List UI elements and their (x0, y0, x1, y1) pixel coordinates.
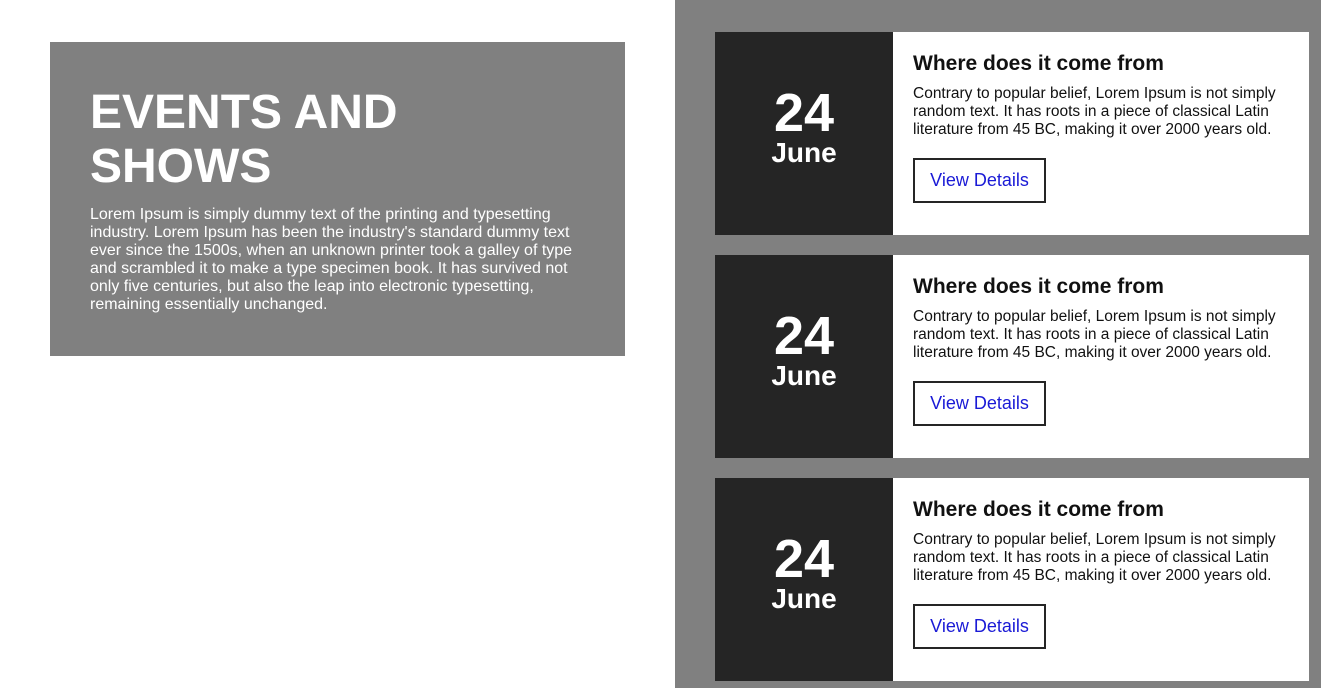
event-card: 24 June Where does it come from Contrary… (715, 255, 1309, 458)
event-day: 24 (773, 529, 835, 589)
event-description: Contrary to popular belief, Lorem Ipsum … (913, 85, 1276, 138)
event-month: June (771, 360, 837, 391)
event-month: June (771, 583, 837, 614)
event-card: 24 June Where does it come from Contrary… (715, 478, 1309, 681)
event-card: 24 June Where does it come from Contrary… (715, 32, 1309, 235)
event-day: 24 (773, 306, 835, 366)
event-description: Contrary to popular belief, Lorem Ipsum … (913, 308, 1276, 361)
hero-banner: EVENTS AND SHOWS Lorem Ipsum is simply d… (50, 42, 625, 356)
event-month: June (771, 137, 837, 168)
view-details-button[interactable]: View Details (913, 381, 1046, 426)
view-details-button[interactable]: View Details (913, 604, 1046, 649)
view-details-button[interactable]: View Details (913, 158, 1046, 203)
event-title: Where does it come from (913, 275, 1164, 298)
event-date-block: 24 June (715, 255, 893, 458)
event-date-block: 24 June (715, 478, 893, 681)
event-body: Where does it come from Contrary to popu… (913, 498, 1303, 649)
hero-description: Lorem Ipsum is simply dummy text of the … (90, 206, 573, 313)
event-title: Where does it come from (913, 498, 1164, 521)
event-body: Where does it come from Contrary to popu… (913, 52, 1303, 203)
hero-title: EVENTS AND SHOWS (90, 86, 398, 193)
event-day: 24 (773, 83, 835, 143)
event-date-block: 24 June (715, 32, 893, 235)
page: EVENTS AND SHOWS Lorem Ipsum is simply d… (0, 0, 1321, 688)
event-title: Where does it come from (913, 52, 1164, 75)
events-panel: 24 June Where does it come from Contrary… (675, 0, 1321, 688)
event-body: Where does it come from Contrary to popu… (913, 275, 1303, 426)
event-description: Contrary to popular belief, Lorem Ipsum … (913, 531, 1276, 584)
